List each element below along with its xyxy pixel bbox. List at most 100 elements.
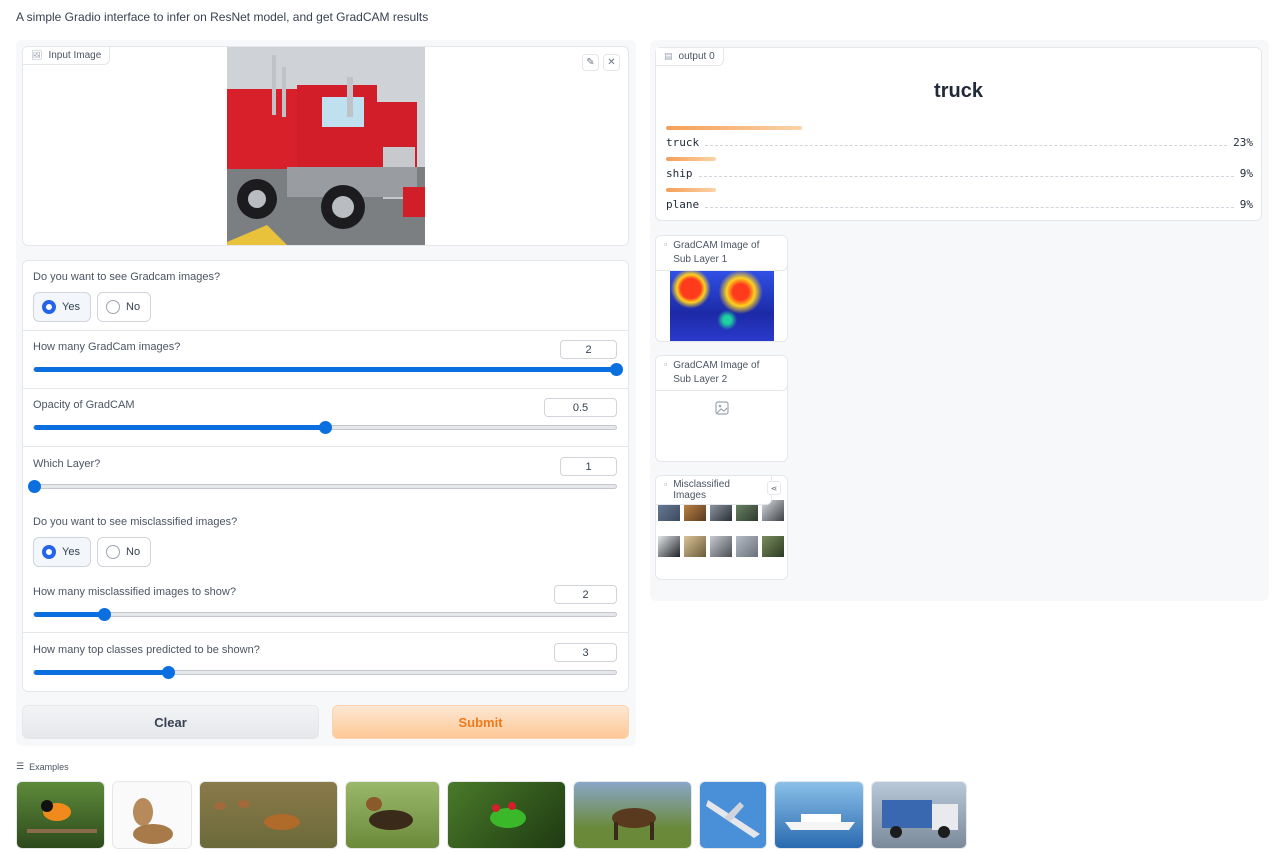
confidence-bar xyxy=(666,188,716,192)
input-image-panel[interactable]: 🖼 Input Image ✎ ✕ xyxy=(22,46,629,246)
opacity-slider[interactable] xyxy=(33,421,617,434)
gradcam-1-label: GradCAM Image of Sub Layer 1 xyxy=(673,240,760,265)
controls-panel: Do you want to see Gradcam images? Yes N… xyxy=(22,260,629,692)
misclassified-thumb xyxy=(710,532,732,558)
slider-handle[interactable] xyxy=(161,666,175,679)
examples-header: ☰ Examples xyxy=(16,761,69,772)
misclassified-count-label: How many misclassified images to show? xyxy=(33,586,236,598)
gradcam-count-label: How many GradCam images? xyxy=(33,341,181,353)
misclassified-panel: ▫ Misclassified Images ⋖ xyxy=(655,475,788,580)
edit-icon[interactable]: ✎ xyxy=(582,54,599,71)
confidence-value: 9% xyxy=(1239,167,1253,180)
share-icon[interactable]: ⋖ xyxy=(767,481,781,495)
confidence-label: ship xyxy=(666,167,693,180)
examples-label: Examples xyxy=(29,761,69,772)
slider-handle[interactable] xyxy=(97,608,111,621)
confidence-row[interactable]: plane 9% xyxy=(666,188,1253,211)
image-icon: ▫ xyxy=(664,479,668,489)
radio-label: Yes xyxy=(62,301,80,313)
gradcam-count-input[interactable]: 2 xyxy=(560,340,617,359)
gradcam-count-row: How many GradCam images? 2 xyxy=(23,331,628,389)
radio-label: No xyxy=(126,301,141,313)
gradcam-toggle-question: Do you want to see Gradcam images? xyxy=(33,271,221,283)
gradcam-count-slider[interactable] xyxy=(33,363,623,376)
slider-handle[interactable] xyxy=(319,421,332,434)
top-classes-input[interactable]: 3 xyxy=(554,643,617,662)
clear-button[interactable]: Clear xyxy=(22,705,319,739)
radio-checked-icon xyxy=(42,545,56,559)
layer-label: Which Layer? xyxy=(33,458,101,470)
input-image-truck xyxy=(227,47,425,245)
misclassified-thumb xyxy=(658,532,680,558)
image-icon: ▫ xyxy=(664,359,668,369)
input-image-label-chip: 🖼 Input Image xyxy=(23,47,111,65)
gradcam-heatmap-image xyxy=(670,271,774,341)
layer-row: Which Layer? 1 xyxy=(23,447,628,505)
example-ship[interactable] xyxy=(774,781,864,849)
output-label: output 0 xyxy=(678,51,715,62)
radio-label: No xyxy=(126,546,141,558)
misclassified-yes-radio[interactable]: Yes xyxy=(33,537,91,567)
predicted-class: truck xyxy=(934,80,983,102)
top-classes-slider[interactable] xyxy=(33,666,617,679)
close-icon[interactable]: ✕ xyxy=(603,54,620,71)
misclassified-thumb xyxy=(736,532,758,558)
misclassified-count-input[interactable]: 2 xyxy=(554,585,617,604)
gradcam-2-label-chip: ▫ GradCAM Image of Sub Layer 2 xyxy=(656,356,787,391)
gradcam-image-1-panel: ▫ GradCAM Image of Sub Layer 1 xyxy=(655,235,788,342)
confidence-row[interactable]: truck 23% xyxy=(666,126,1253,149)
opacity-row: Opacity of GradCAM 0.5 xyxy=(23,389,628,447)
example-dog[interactable] xyxy=(345,781,440,849)
gradcam-toggle-row: Do you want to see Gradcam images? Yes N… xyxy=(23,261,628,331)
misclassified-label: Misclassified Images xyxy=(673,479,730,501)
gradcam-image-2-panel: ▫ GradCAM Image of Sub Layer 2 xyxy=(655,355,788,462)
opacity-input[interactable]: 0.5 xyxy=(544,398,617,417)
example-bird[interactable] xyxy=(16,781,105,849)
confidence-bar xyxy=(666,157,716,161)
radio-label: Yes xyxy=(62,546,80,558)
example-plane[interactable] xyxy=(699,781,767,849)
misclassified-thumb xyxy=(762,532,784,558)
confidence-row[interactable]: ship 9% xyxy=(666,157,1253,180)
misclassified-count-slider[interactable] xyxy=(33,608,617,621)
input-image-label: Input Image xyxy=(48,50,102,61)
misclassified-toggle-question: Do you want to see misclassified images? xyxy=(33,516,238,528)
example-frog[interactable] xyxy=(447,781,566,849)
output-column: ▤ output 0 truck truck 23% ship 9% plane xyxy=(650,40,1269,601)
input-column: 🖼 Input Image ✎ ✕ Do you want to see Gra… xyxy=(16,40,636,746)
image-icon: ▫ xyxy=(664,239,668,249)
radio-checked-icon xyxy=(42,300,56,314)
example-horse[interactable] xyxy=(573,781,692,849)
gradcam-2-label: GradCAM Image of Sub Layer 2 xyxy=(673,360,760,385)
top-classes-label: How many top classes predicted to be sho… xyxy=(33,644,260,656)
radio-unchecked-icon xyxy=(106,545,120,559)
radio-unchecked-icon xyxy=(106,300,120,314)
gradcam-yes-radio[interactable]: Yes xyxy=(33,292,91,322)
app-description: A simple Gradio interface to infer on Re… xyxy=(16,10,429,24)
slider-handle[interactable] xyxy=(610,363,623,376)
example-truck[interactable] xyxy=(871,781,967,849)
misclassified-label-chip: ▫ Misclassified Images xyxy=(656,476,772,505)
example-cat[interactable] xyxy=(112,781,192,849)
output-label-panel: ▤ output 0 truck truck 23% ship 9% plane xyxy=(655,47,1262,221)
misclassified-no-radio[interactable]: No xyxy=(97,537,152,567)
top-classes-row: How many top classes predicted to be sho… xyxy=(23,633,628,691)
submit-button[interactable]: Submit xyxy=(332,705,629,739)
layer-input[interactable]: 1 xyxy=(560,457,617,476)
gradcam-no-radio[interactable]: No xyxy=(97,292,152,322)
bar-chart-icon: ▤ xyxy=(664,51,673,61)
image-placeholder-icon xyxy=(715,401,729,418)
image-icon: 🖼 xyxy=(31,50,43,60)
slider-handle[interactable] xyxy=(28,480,41,493)
confidence-value: 9% xyxy=(1239,198,1253,211)
misclassified-thumb xyxy=(684,532,706,558)
confidence-value: 23% xyxy=(1233,136,1253,149)
list-icon: ☰ xyxy=(16,761,25,771)
example-deer[interactable] xyxy=(199,781,338,849)
opacity-label: Opacity of GradCAM xyxy=(33,399,135,411)
gradcam-1-label-chip: ▫ GradCAM Image of Sub Layer 1 xyxy=(656,236,787,271)
confidence-bar xyxy=(666,126,802,130)
output-label-chip: ▤ output 0 xyxy=(656,48,724,66)
layer-slider[interactable] xyxy=(28,480,617,493)
misclassified-count-row: How many misclassified images to show? 2 xyxy=(23,575,628,633)
